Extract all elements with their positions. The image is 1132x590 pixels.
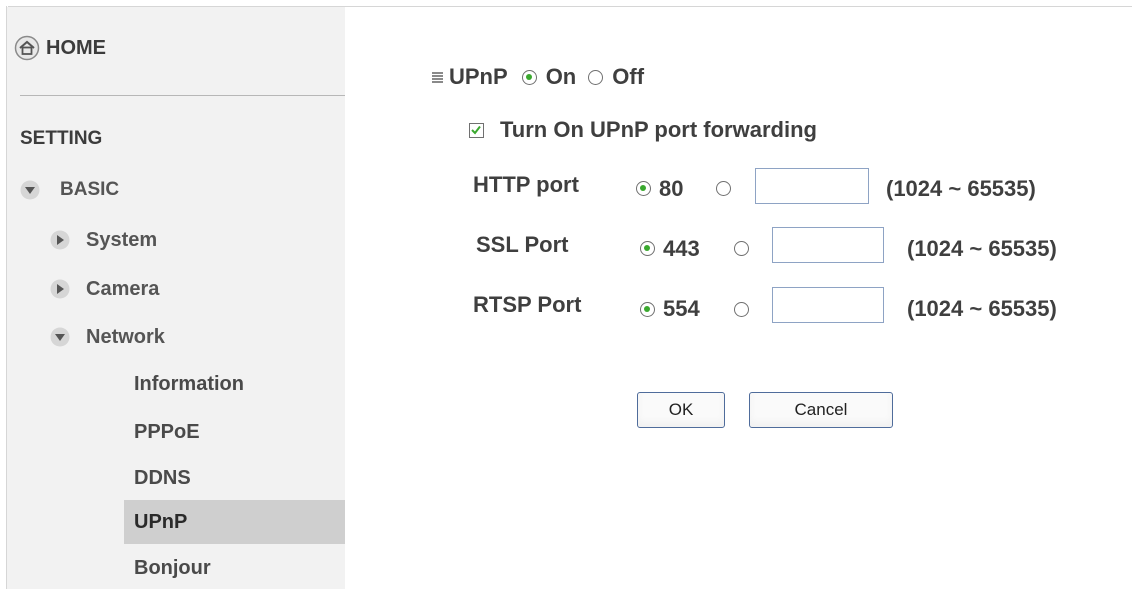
sidebar-divider	[20, 95, 345, 96]
sidebar-item-system[interactable]: System	[50, 226, 157, 254]
upnp-off-radio[interactable]	[588, 69, 604, 85]
port-forwarding-label: Turn On UPnP port forwarding	[500, 117, 817, 142]
ssl-port-default-radio[interactable]	[640, 241, 655, 256]
sidebar-item-ddns[interactable]: DDNS	[124, 456, 345, 500]
chevron-right-icon	[50, 230, 70, 250]
home-label: HOME	[46, 36, 106, 59]
http-port-default-radio[interactable]	[636, 181, 651, 196]
bullet-icon	[432, 71, 443, 83]
rtsp-port-custom-radio[interactable]	[734, 302, 749, 317]
sidebar-item-information[interactable]: Information	[124, 362, 345, 406]
ssl-port-custom-radio[interactable]	[734, 241, 749, 256]
upnp-label: UPnP	[449, 64, 508, 89]
http-port-default-value: 80	[659, 176, 684, 201]
upnp-row: UPnP On Off	[432, 62, 644, 92]
home-link[interactable]: HOME	[14, 30, 106, 66]
sidebar-item-network[interactable]: Network	[50, 323, 165, 351]
setting-heading: SETTING	[20, 128, 103, 149]
ok-button[interactable]: OK	[637, 392, 725, 428]
chevron-down-icon	[20, 180, 40, 200]
ssl-port-range: (1024 ~ 65535)	[907, 236, 1057, 261]
ssl-port-input[interactable]	[772, 227, 884, 263]
sidebar-item-pppoe[interactable]: PPPoE	[124, 410, 345, 454]
sidebar-item-upnp[interactable]: UPnP	[124, 500, 345, 544]
sidebar-item-label: System	[86, 228, 158, 251]
sidebar-item-bonjour[interactable]: Bonjour	[124, 546, 345, 590]
rtsp-port-input[interactable]	[772, 287, 884, 323]
ssl-port-default-value: 443	[663, 236, 700, 261]
upnp-off-label: Off	[612, 64, 645, 89]
rtsp-port-default-value: 554	[663, 296, 700, 321]
sidebar-item-label: Network	[86, 325, 165, 348]
cancel-button[interactable]: Cancel	[749, 392, 893, 428]
upnp-on-label: On	[545, 64, 577, 89]
sidebar-item-label: Camera	[86, 277, 160, 300]
http-port-input[interactable]	[755, 168, 869, 204]
sidebar-item-label: BASIC	[60, 179, 120, 200]
chevron-down-icon	[50, 327, 70, 347]
http-port-label: HTTP port	[473, 172, 579, 197]
port-forwarding-checkbox[interactable]	[469, 122, 484, 138]
http-port-custom-radio[interactable]	[716, 181, 731, 196]
rtsp-port-label: RTSP Port	[473, 292, 582, 317]
home-icon	[14, 35, 40, 61]
http-port-range: (1024 ~ 65535)	[886, 176, 1036, 201]
sidebar-item-basic[interactable]: BASIC	[20, 176, 119, 204]
upnp-on-radio[interactable]	[521, 69, 537, 85]
rtsp-port-default-radio[interactable]	[640, 302, 655, 317]
ssl-port-label: SSL Port	[476, 232, 569, 257]
port-forwarding-row: Turn On UPnP port forwarding	[469, 115, 817, 145]
rtsp-port-range: (1024 ~ 65535)	[907, 296, 1057, 321]
check-icon	[471, 125, 481, 135]
chevron-right-icon	[50, 279, 70, 299]
sidebar-item-camera[interactable]: Camera	[50, 275, 159, 303]
